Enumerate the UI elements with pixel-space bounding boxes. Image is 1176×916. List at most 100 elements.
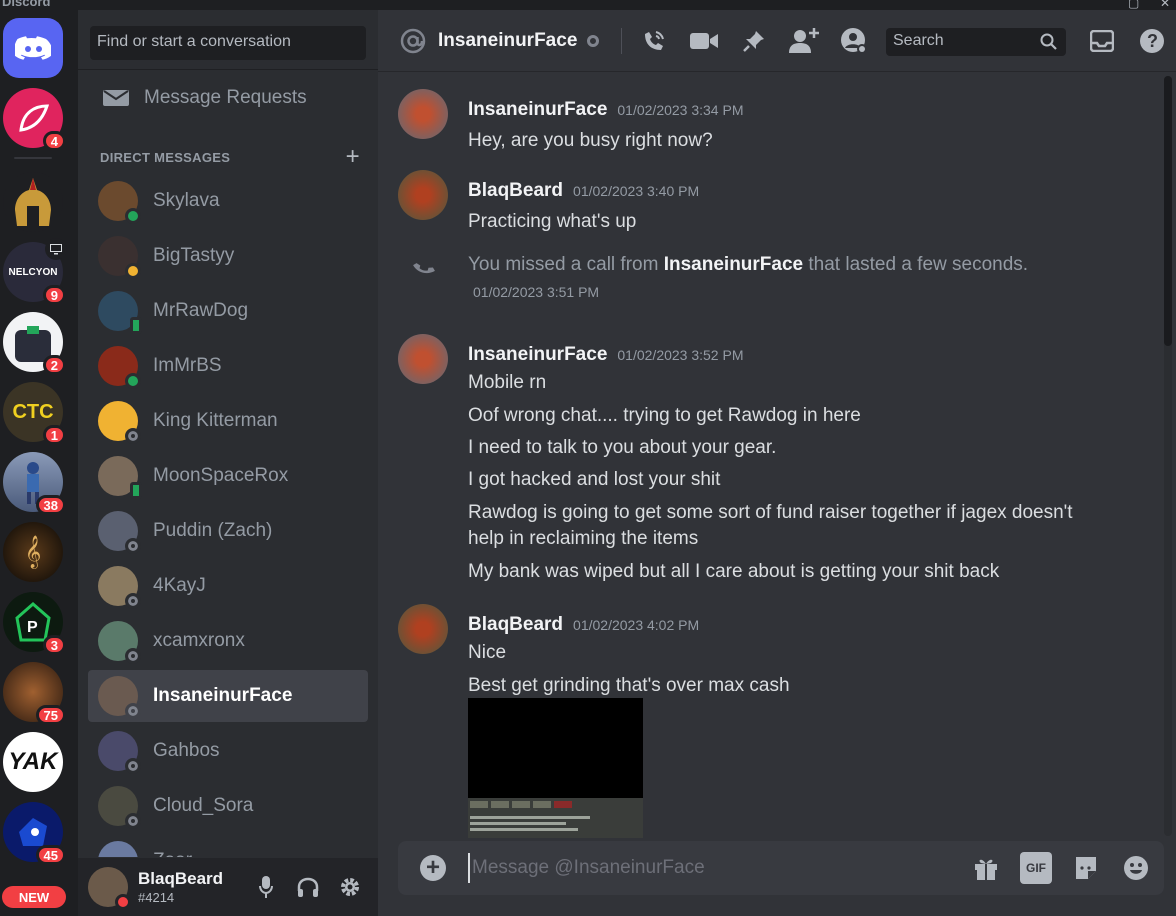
avatar[interactable] [398,170,448,220]
scrollbar-thumb[interactable] [1164,76,1172,346]
avatar[interactable] [88,867,131,910]
avatar[interactable] [398,604,448,654]
svg-text:?: ? [1147,31,1158,51]
message-text: Nice [468,642,507,663]
dm-item[interactable]: InsaneinurFace [88,670,368,722]
server-icon-10[interactable]: YAK [3,732,63,792]
search-label: Search [893,32,944,49]
header-actions [638,25,870,57]
unread-badge: 38 [35,495,66,515]
dm-item[interactable]: ImMrBS [88,340,368,392]
add-friends-to-dm-icon[interactable] [788,25,820,57]
music-clef-icon: 𝄞 [3,522,63,582]
offline-status-icon [125,593,141,609]
message-text: Rawdog is going to get some sort of fund… [468,502,1073,549]
offline-status-icon [125,813,141,829]
avatar [98,566,141,609]
dm-item-label: InsaneinurFace [153,685,293,706]
message-timestamp: 01/02/2023 3:40 PM [573,183,700,199]
server-icon-3[interactable]: NELCYON 9 [3,238,67,305]
dm-item[interactable]: Skylava [88,175,368,227]
server-icon-11[interactable]: 45 [3,802,66,865]
server-rail: 4 NELCYON 9 2 CTC 1 38 𝄞 P 3 75 YAK 45 N… [0,10,78,916]
server-icon-5[interactable]: CTC 1 [3,382,66,445]
user-info[interactable]: BlaqBeard #4214 [138,869,250,905]
server-3-label: NELCYON [8,266,58,278]
message-author[interactable]: BlaqBeard [468,180,563,202]
emoji-icon[interactable] [1120,852,1152,884]
dm-item-label: 4KayJ [153,575,206,596]
pinned-messages-icon[interactable] [738,25,770,57]
message-requests-item[interactable]: Message Requests [88,78,368,118]
dm-item[interactable]: Gahbos [88,725,368,777]
upload-plus-icon[interactable]: + [420,855,446,881]
offline-status-icon [587,34,600,47]
user-profile-icon[interactable] [838,25,870,57]
offline-status-icon [125,758,141,774]
dm-item-label: Cloud_Sora [153,795,254,816]
server-icon-8[interactable]: P 3 [3,592,66,655]
offline-status-icon [125,703,141,719]
missed-call-caller[interactable]: InsaneinurFace [664,254,803,275]
message-input[interactable] [468,853,948,883]
dm-item[interactable]: BigTastyy [88,230,368,282]
missed-call-suffix: that lasted a few seconds. [808,254,1029,275]
help-icon[interactable]: ? [1136,25,1168,57]
server-icon-9[interactable]: 75 [3,662,66,725]
dm-search-area: Find or start a conversation [78,10,378,70]
dm-item[interactable]: Zaar [88,835,368,857]
close-icon[interactable]: ✕ [1160,0,1170,10]
dm-item[interactable]: Puddin (Zach) [88,505,368,557]
microphone-icon[interactable] [250,871,282,903]
message-text: Best get grinding that's over max cash [468,675,790,696]
avatar[interactable] [398,334,448,384]
message-author[interactable]: BlaqBeard [468,614,563,636]
inbox-icon[interactable] [1086,25,1118,57]
recipient-name[interactable]: InsaneinurFace [438,30,577,52]
sticker-icon[interactable] [1070,852,1102,884]
message-timestamp: 01/02/2023 3:52 PM [617,347,744,363]
online-status-icon [125,373,141,389]
settings-gear-icon[interactable] [334,871,366,903]
chat-search-input[interactable]: Search [886,28,1066,56]
avatar [98,401,141,444]
gift-icon[interactable] [970,852,1002,884]
dm-item[interactable]: MrRawDog [88,285,368,337]
find-conversation-input[interactable]: Find or start a conversation [90,26,366,60]
server-icon-6[interactable]: 38 [3,452,66,515]
gif-picker-icon[interactable]: GIF [1020,852,1052,884]
new-badge: NEW [2,886,66,908]
dm-item-label: Gahbos [153,740,220,761]
avatar[interactable] [398,89,448,139]
server-icon-4[interactable]: 2 [3,312,66,375]
headphones-icon[interactable] [292,871,324,903]
dm-item[interactable]: Cloud_Sora [88,780,368,832]
username: BlaqBeard [138,869,224,888]
rail-divider [14,157,52,159]
voice-call-icon[interactable] [638,25,670,57]
maximize-icon[interactable]: ▢ [1128,0,1139,10]
dm-list: Skylava BigTastyy MrRawDog ImMrBS King Kitte… [88,175,368,857]
dm-item[interactable]: King Kitterman [88,395,368,447]
dm-item-label: Puddin (Zach) [153,520,273,541]
create-dm-plus-icon[interactable]: + [346,145,360,169]
dm-item[interactable]: MoonSpaceRox [88,450,368,502]
dm-item[interactable]: xcamxronx [88,615,368,667]
message-text: Mobile rn [468,372,547,393]
server-icon-2[interactable] [3,172,63,232]
dm-item[interactable]: 4KayJ [88,560,368,612]
image-attachment[interactable] [468,698,643,838]
server-icon-1[interactable]: 4 [3,88,66,151]
message-author[interactable]: InsaneinurFace [468,344,607,366]
chat-scrollbar[interactable] [1164,76,1172,836]
server-icon-7[interactable]: 𝄞 [3,522,63,582]
discord-window: Discord ▢ ✕ 4 NELCYON 9 2 CTC 1 38 𝄞 P 3… [0,0,1176,916]
message-text: Oof wrong chat.... trying to get Rawdog … [468,405,861,426]
dm-item-label: King Kitterman [153,410,278,431]
avatar [98,731,141,774]
video-call-icon[interactable] [688,25,720,57]
user-tag: #4214 [138,890,175,905]
message-author[interactable]: InsaneinurFace [468,99,607,121]
home-button[interactable] [3,18,63,78]
dm-item-label: Zaar [153,850,192,857]
